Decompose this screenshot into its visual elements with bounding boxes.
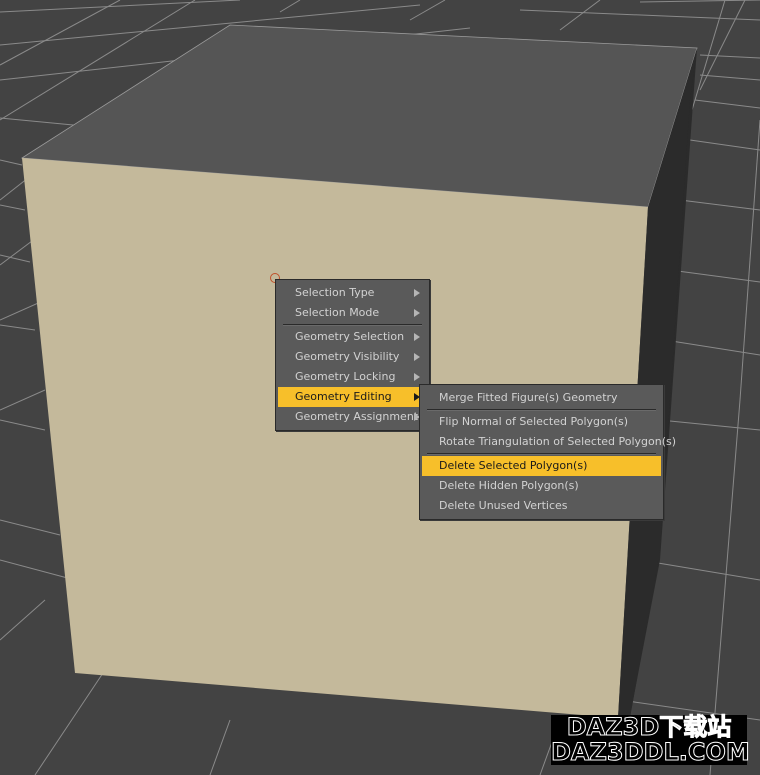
grid-line	[279, 0, 301, 13]
grid-line	[639, 0, 760, 3]
menu-separator	[427, 453, 656, 455]
menu-item-selection-mode[interactable]: Selection Mode	[278, 303, 427, 323]
grid-line	[209, 719, 231, 775]
grid-line	[689, 139, 760, 151]
grid-line	[0, 599, 46, 641]
grid-line	[669, 269, 760, 283]
grid-line	[659, 419, 760, 431]
menu-item-label: Delete Selected Polygon(s)	[439, 459, 588, 472]
submenu-arrow-icon	[414, 289, 420, 297]
menu-item-flip-normal-of-selected-polygon-s[interactable]: Flip Normal of Selected Polygon(s)	[422, 412, 661, 432]
menu-item-label: Geometry Locking	[295, 370, 396, 383]
menu-item-selection-type[interactable]: Selection Type	[278, 283, 427, 303]
grid-line	[739, 119, 760, 401]
grid-line	[519, 9, 760, 21]
grid-line	[0, 389, 46, 411]
menu-item-delete-selected-polygon-s[interactable]: Delete Selected Polygon(s)	[422, 456, 661, 476]
grid-line	[699, 74, 760, 81]
submenu-arrow-icon	[414, 309, 420, 317]
submenu-arrow-icon	[414, 353, 420, 361]
grid-line	[0, 419, 46, 431]
grid-line	[0, 324, 36, 331]
watermark-line-2: DAZ3DDL.COM	[551, 738, 751, 766]
menu-item-label: Geometry Assignment	[295, 410, 419, 423]
grid-line	[0, 204, 26, 211]
menu-item-delete-hidden-polygon-s[interactable]: Delete Hidden Polygon(s)	[422, 476, 661, 496]
grid-line	[559, 0, 601, 31]
grid-line	[0, 254, 31, 263]
menu-item-label: Flip Normal of Selected Polygon(s)	[439, 415, 629, 428]
context-menu: Selection Type Selection Mode Geometry Sel…	[275, 279, 430, 431]
geometry-editing-submenu: Merge Fitted Figure(s) Geometry Flip Norm…	[419, 384, 676, 520]
grid-line	[679, 199, 760, 211]
grid-line	[0, 519, 61, 536]
submenu-arrow-icon	[414, 373, 420, 381]
watermark-line-1: DAZ3D下载站	[566, 713, 732, 741]
grid-line	[664, 339, 760, 356]
grid-line	[0, 159, 23, 166]
menu-item-geometry-locking[interactable]: Geometry Locking	[278, 367, 427, 387]
menu-separator	[283, 324, 422, 326]
menu-item-label: Delete Unused Vertices	[439, 499, 568, 512]
menu-item-geometry-assignment[interactable]: Geometry Assignment	[278, 407, 427, 427]
menu-item-label: Selection Mode	[295, 306, 380, 319]
menu-item-rotate-triangulation-of-selected-polygon-s[interactable]: Rotate Triangulation of Selected Polygon…	[422, 432, 676, 452]
menu-item-label: Geometry Selection	[295, 330, 405, 343]
menu-item-geometry-visibility[interactable]: Geometry Visibility	[278, 347, 427, 367]
menu-item-label: Rotate Triangulation of Selected Polygon…	[439, 435, 677, 448]
menu-item-delete-unused-vertices[interactable]: Delete Unused Vertices	[422, 496, 661, 516]
grid-line	[694, 99, 760, 109]
menu-item-label: Selection Type	[295, 286, 375, 299]
menu-item-label: Merge Fitted Figure(s) Geometry	[439, 391, 618, 404]
menu-item-geometry-selection[interactable]: Geometry Selection	[278, 327, 427, 347]
menu-item-label: Geometry Visibility	[295, 350, 400, 363]
grid-line	[0, 0, 241, 13]
menu-item-label: Geometry Editing	[295, 390, 392, 403]
watermark: DAZ3D下载站 DAZ3DDL.COM	[551, 713, 751, 766]
grid-line	[0, 0, 121, 66]
menu-item-merge-fitted-figure-s-geometry[interactable]: Merge Fitted Figure(s) Geometry	[422, 388, 661, 408]
menu-item-label: Delete Hidden Polygon(s)	[439, 479, 579, 492]
menu-separator	[427, 409, 656, 411]
grid-line	[699, 54, 760, 59]
menu-item-geometry-editing[interactable]: Geometry Editing	[278, 387, 427, 407]
submenu-arrow-icon	[414, 333, 420, 341]
grid-line	[409, 0, 446, 21]
